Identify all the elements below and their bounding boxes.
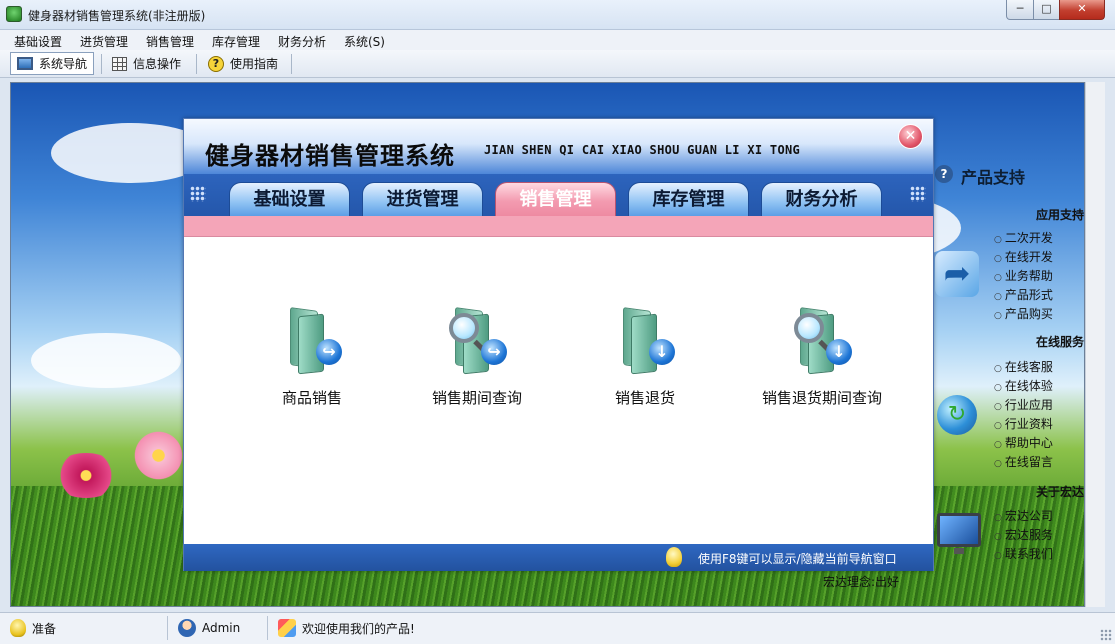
status-message: 欢迎使用我们的产品!: [302, 621, 415, 636]
flower-decoration: [131, 428, 186, 483]
toolbar-label: 使用指南: [230, 57, 279, 71]
arrow-icon: ➦: [935, 251, 979, 297]
status-cell-state: 准备: [0, 616, 168, 640]
window-title: 健身器材销售管理系统(非注册版): [28, 9, 206, 23]
navigation-tab-bar: 基础设置 进货管理 销售管理 库存管理 财务分析: [184, 174, 933, 216]
toolbar-separator: [291, 54, 292, 74]
nav-item-sales-period-query[interactable]: ↪ 销售期间查询: [397, 307, 557, 408]
support-link-list: 宏达公司 宏达服务 联系我们: [994, 507, 1053, 564]
support-link[interactable]: 宏达公司: [994, 507, 1053, 526]
navigation-window: 健身器材销售管理系统 JIAN SHEN QI CAI XIAO SHOU GU…: [183, 118, 934, 571]
minimize-button[interactable]: ─: [1006, 0, 1034, 20]
support-link[interactable]: 产品购买: [994, 305, 1053, 324]
tab-inventory-management[interactable]: 库存管理: [628, 182, 749, 216]
user-icon: [178, 619, 196, 637]
toolbar-user-guide-button[interactable]: ? 使用指南: [202, 52, 284, 75]
support-link[interactable]: 业务帮助: [994, 267, 1053, 286]
support-link[interactable]: 在线留言: [994, 453, 1053, 472]
toolbar-separator: [196, 54, 197, 74]
toolbar-info-operation-button[interactable]: 信息操作: [106, 52, 187, 75]
support-link[interactable]: 在线客服: [994, 358, 1053, 377]
support-link[interactable]: 二次开发: [994, 229, 1053, 248]
app-icon: [6, 6, 22, 22]
folder-search-icon: ↪: [449, 307, 507, 375]
help-icon: ?: [208, 55, 224, 72]
nav-item-sales-return[interactable]: ↓ 销售退货: [565, 307, 725, 408]
status-cell-message: 欢迎使用我们的产品!: [268, 616, 1098, 640]
toolbar-label: 信息操作: [133, 57, 182, 71]
status-bar: 准备 Admin 欢迎使用我们的产品!: [0, 612, 1115, 644]
support-link[interactable]: 帮助中心: [994, 434, 1053, 453]
main-workspace: 宏达理念:出好 ? 产品支持 ➦ ↻ 应用支持 二次开发 在线开发 业务帮助 产…: [10, 82, 1085, 607]
status-cell-user: Admin: [168, 616, 268, 640]
support-link[interactable]: 行业资料: [994, 415, 1053, 434]
status-user: Admin: [202, 621, 241, 635]
navigation-footer-tip: 使用F8键可以显示/隐藏当前导航窗口: [698, 552, 897, 566]
vertical-scrollbar[interactable]: [1085, 82, 1105, 607]
lightbulb-icon: [666, 547, 682, 567]
close-button[interactable]: ✕: [1059, 0, 1105, 20]
support-link[interactable]: 产品形式: [994, 286, 1053, 305]
menu-sales-management[interactable]: 销售管理: [146, 33, 194, 50]
support-section-heading: 在线服务: [1035, 335, 1084, 349]
support-link[interactable]: 在线开发: [994, 248, 1053, 267]
tab-financial-analysis[interactable]: 财务分析: [761, 182, 882, 216]
question-icon: ?: [935, 165, 953, 183]
support-link[interactable]: 联系我们: [994, 545, 1053, 564]
background-slogan: 宏达理念:出好: [823, 575, 900, 589]
folder-search-down-icon: ↓: [794, 307, 852, 375]
navigation-footer: 使用F8键可以显示/隐藏当前导航窗口: [184, 544, 933, 571]
nav-item-label: 销售期间查询: [431, 389, 522, 407]
dots-icon: [910, 186, 926, 202]
status-text: 准备: [32, 621, 57, 636]
navigation-header: 健身器材销售管理系统 JIAN SHEN QI CAI XIAO SHOU GU…: [184, 119, 933, 174]
nav-item-sales-return-period-query[interactable]: ↓ 销售退货期间查询: [732, 307, 912, 408]
flower-decoration: [51, 453, 121, 498]
folder-arrow-icon: ↪: [284, 307, 342, 375]
dots-icon: [190, 186, 206, 202]
support-link[interactable]: 行业应用: [994, 396, 1053, 415]
navigation-band: [184, 216, 933, 237]
resize-grip[interactable]: [1100, 629, 1112, 641]
support-section-heading: 应用支持: [1035, 208, 1084, 222]
support-title: 产品支持: [961, 168, 1026, 187]
title-bar: 健身器材销售管理系统(非注册版) ─ □ ✕: [0, 0, 1115, 30]
tab-purchase-management[interactable]: 进货管理: [362, 182, 483, 216]
grid-icon: [112, 56, 127, 71]
cloud-decoration: [31, 333, 181, 388]
navigation-subtitle: JIAN SHEN QI CAI XIAO SHOU GUAN LI XI TO…: [484, 143, 801, 157]
toolbar-label: 系统导航: [39, 57, 88, 71]
tab-sales-management[interactable]: 销售管理: [495, 182, 616, 216]
product-box-icon: [278, 619, 296, 637]
menu-purchase-management[interactable]: 进货管理: [80, 33, 128, 50]
toolbar-separator: [101, 54, 102, 74]
menu-basic-settings[interactable]: 基础设置: [14, 33, 62, 50]
support-link-list: 在线客服 在线体验 行业应用 行业资料 帮助中心 在线留言: [994, 358, 1053, 472]
nav-item-label: 销售退货: [614, 389, 675, 407]
nav-item-label: 商品销售: [281, 389, 342, 407]
menu-system[interactable]: 系统(S): [344, 33, 385, 50]
globe-icon: ↻: [937, 395, 977, 435]
tab-basic-settings[interactable]: 基础设置: [229, 182, 350, 216]
menu-inventory-management[interactable]: 库存管理: [212, 33, 260, 50]
maximize-button[interactable]: □: [1033, 0, 1060, 20]
menu-financial-analysis[interactable]: 财务分析: [278, 33, 326, 50]
nav-item-label: 销售退货期间查询: [761, 389, 882, 407]
toolbar-system-navigation-button[interactable]: 系统导航: [10, 52, 95, 75]
lightbulb-icon: [10, 619, 26, 637]
navigation-body: ↪ 商品销售 ↪ 销售期间查询 ↓ 销售退货 ↓ 销售退货期间查询: [184, 237, 933, 544]
navigation-close-button[interactable]: ✕: [898, 124, 923, 149]
support-link[interactable]: 在线体验: [994, 377, 1053, 396]
nav-item-product-sales[interactable]: ↪ 商品销售: [232, 307, 392, 408]
folder-down-arrow-icon: ↓: [617, 307, 675, 375]
support-link-list: 二次开发 在线开发 业务帮助 产品形式 产品购买: [994, 229, 1053, 324]
support-link[interactable]: 宏达服务: [994, 526, 1053, 545]
support-section-heading: 关于宏达: [1035, 485, 1084, 499]
navigation-title: 健身器材销售管理系统: [205, 142, 455, 170]
menu-bar: 基础设置 进货管理 销售管理 库存管理 财务分析 系统(S): [0, 30, 1115, 50]
computer-icon: [937, 513, 981, 554]
monitor-icon: [17, 57, 33, 70]
toolbar: 系统导航 信息操作 ? 使用指南: [0, 50, 1115, 78]
